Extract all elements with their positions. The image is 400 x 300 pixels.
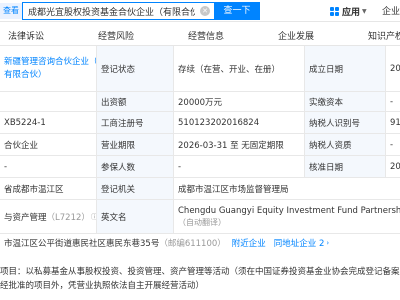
label-business-term: 营业期限 bbox=[97, 134, 173, 155]
label-reg-status: 登记状态 bbox=[97, 46, 173, 91]
label-capital: 出资额 bbox=[97, 92, 173, 111]
value-reg-number: 510123202016824 bbox=[174, 112, 304, 133]
label-taxpayer-qual: 纳税人资质 bbox=[305, 134, 385, 155]
english-name-cell: Chengdu Guangyi Equity Investment Fund P… bbox=[174, 200, 400, 233]
value-reg-status: 存续（在营、开业、在册） bbox=[174, 46, 304, 91]
table-row: 出资额 20000万元 实缴资本 - bbox=[0, 92, 400, 112]
label-reg-number: 工商注册号 bbox=[97, 112, 173, 133]
industry-cell: - bbox=[0, 156, 96, 177]
label-taxpayer-id: 纳税人识别号 bbox=[305, 112, 385, 133]
label-paid-capital: 实缴资本 bbox=[305, 92, 385, 111]
industry-category-cell: 与资产管理 （L7212） ⓘ bbox=[0, 200, 96, 233]
industry-category: 与资产管理 bbox=[4, 212, 47, 223]
partner-link-cont[interactable]: 有限合伙） bbox=[4, 69, 47, 82]
value-taxpayer-qual: - bbox=[386, 134, 400, 155]
table-row: 新疆管理咨询合伙企业（ 有限合伙） 登记状态 存续（在营、开业、在册） 成立日期… bbox=[0, 46, 400, 92]
table-row: 与资产管理 （L7212） ⓘ 英文名 Chengdu Guangyi Equi… bbox=[0, 200, 400, 234]
business-scope-line: 项目：以私募基金从事股权投资、投资管理、资产管理等活动（须在中国证券投资基金业协… bbox=[0, 267, 400, 277]
same-address-companies-link[interactable]: 同地址企业 2 bbox=[274, 237, 325, 249]
table-row: XB5224-1 工商注册号 510123202016824 纳税人识别号 91 bbox=[0, 112, 400, 134]
company-menu[interactable]: 企业 bbox=[382, 4, 400, 17]
value-business-term: 2026-03-31 至 无固定期限 bbox=[174, 134, 304, 155]
table-row: 省成都市温江区 登记机关 成都市温江区市场监督管理局 bbox=[0, 178, 400, 200]
empty-cell bbox=[0, 92, 96, 111]
chevron-right-icon[interactable]: › bbox=[326, 239, 329, 247]
app-menu[interactable]: 应用 ▼ bbox=[330, 4, 367, 18]
value-insured-count: - bbox=[174, 156, 304, 177]
address-text: 市温江区公平街道惠民社区惠民东巷35号 bbox=[4, 239, 160, 249]
value-reg-authority: 成都市温江区市场监督管理局 bbox=[174, 178, 400, 199]
region-cell: 省成都市温江区 bbox=[0, 178, 96, 199]
address-cell: 市温江区公平街道惠民社区惠民东巷35号 （邮编611100） 附近企业 同地址企… bbox=[0, 234, 400, 252]
partner-link[interactable]: 新疆管理咨询合伙企业（ bbox=[4, 56, 96, 69]
tab-risk[interactable]: 经营风险 bbox=[98, 29, 134, 42]
tab-development[interactable]: 企业发展 bbox=[278, 29, 314, 42]
auto-translate-note: （自动翻译） bbox=[178, 217, 226, 227]
tab-legal[interactable]: 法律诉讼 bbox=[8, 29, 44, 42]
tab-ip[interactable]: 知识产权 bbox=[368, 29, 400, 42]
label-insured-count: 参保人数 bbox=[97, 156, 173, 177]
tab-operations[interactable]: 经营信息 bbox=[188, 29, 224, 42]
view-tag[interactable]: 查看 bbox=[0, 3, 22, 19]
label-approval-date: 核准日期 bbox=[305, 156, 385, 177]
value-paid-capital: - bbox=[386, 92, 400, 111]
table-row: - 参保人数 - 核准日期 20 bbox=[0, 156, 400, 178]
industry-code: （L7212） bbox=[46, 212, 90, 223]
label-founded-date: 成立日期 bbox=[305, 46, 385, 91]
postal-code: （邮编611100） bbox=[159, 239, 226, 249]
business-scope: 项目：以私募基金从事股权投资、投资管理、资产管理等活动（须在中国证券投资基金业协… bbox=[0, 265, 400, 293]
top-bar: 查看 ✕ 查一下 应用 ▼ 企业 bbox=[0, 0, 400, 22]
label-english-name: 英文名 bbox=[97, 200, 173, 233]
value-english-name: Chengdu Guangyi Equity Investment Fund P… bbox=[178, 205, 400, 216]
app-menu-label: 应用 bbox=[342, 7, 361, 18]
table-row: 市温江区公平街道惠民社区惠民东巷35号 （邮编611100） 附近企业 同地址企… bbox=[0, 234, 400, 252]
company-type-cell: 合伙企业 bbox=[0, 134, 96, 155]
label-reg-authority: 登记机关 bbox=[97, 178, 173, 199]
partner-cell: 新疆管理咨询合伙企业（ 有限合伙） bbox=[0, 46, 96, 91]
value-approval-date: 20 bbox=[386, 156, 400, 177]
table-row: 合伙企业 营业期限 2026-03-31 至 无固定期限 纳税人资质 - bbox=[0, 134, 400, 156]
clear-icon[interactable]: ✕ bbox=[200, 6, 210, 16]
caret-down-icon: ▼ bbox=[362, 7, 367, 15]
nearby-companies-link[interactable]: 附近企业 bbox=[232, 237, 266, 249]
credit-code-cell: XB5224-1 bbox=[0, 112, 96, 133]
search-input[interactable] bbox=[23, 3, 195, 19]
business-scope-line: 经批准的项目外，凭营业执照依法自主开展经营活动） bbox=[0, 281, 205, 291]
search-box[interactable]: ✕ bbox=[22, 2, 214, 20]
section-tabs: 法律诉讼 经营风险 经营信息 企业发展 知识产权 bbox=[0, 22, 400, 46]
value-capital: 20000万元 bbox=[174, 92, 304, 111]
grid-icon bbox=[330, 6, 339, 16]
value-founded-date: 20 bbox=[386, 46, 400, 91]
search-button[interactable]: 查一下 bbox=[214, 2, 260, 20]
value-taxpayer-id: 91 bbox=[386, 112, 400, 133]
